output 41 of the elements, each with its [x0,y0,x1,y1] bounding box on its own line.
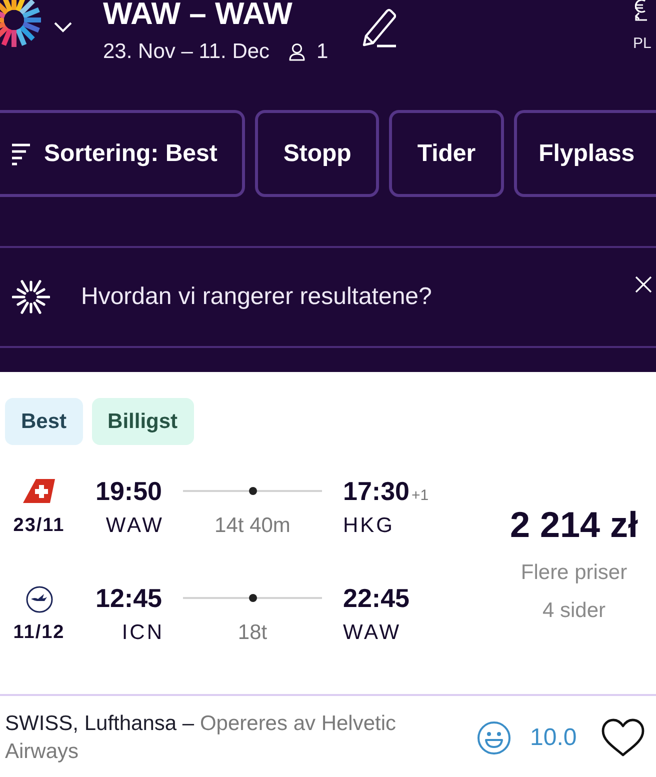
airline-info: SWISS, Lufthansa – Opereres av Helvetic Airways [5,710,398,764]
filter-button[interactable]: Tider [389,110,504,197]
arrival-time: 22:45 [343,583,410,613]
price: 2 214 zł [510,505,638,545]
airport-code: WAW [106,514,164,538]
smiley-icon [477,720,511,754]
arrival-time: 17:30 [343,476,410,506]
result-tag: Best [5,398,83,445]
result-tag: Billigst [92,398,194,445]
currency-label: PL [633,36,652,52]
sort-icon [12,142,30,166]
person-icon [288,43,305,61]
providers-count: 4 sider [542,598,606,624]
flight-duration: 18t [236,621,268,645]
stop-dot-icon [248,487,256,495]
filter-button[interactable]: Stopp [255,110,380,197]
filter-button[interactable]: Flyplass [514,110,656,197]
day-offset: +1 [412,487,429,504]
tail-fin-icon [23,479,55,503]
airport-code: HKG [343,514,395,538]
departure-time: 12:45 [96,583,162,613]
more-prices-label: Flere priser [520,560,628,586]
stop-dot-icon [248,594,256,602]
departure-time: 19:50 [96,476,162,506]
traveler-count: 1 [316,39,328,65]
heart-icon[interactable] [600,718,645,758]
flight-date: 11/12 [13,622,65,644]
starburst-icon [12,278,50,316]
bird-roundel-icon [26,586,52,613]
route-title: WAW – WAW [103,0,294,28]
sort-button[interactable]: Sortering: Best [0,110,246,197]
chevron-down-icon[interactable] [54,22,72,33]
ranking-info-text[interactable]: Hvordan vi rangerer resultatene? [81,282,432,312]
airport-code: ICN [122,621,164,645]
close-icon[interactable] [635,276,652,293]
pencil-icon[interactable] [360,8,396,48]
trip-dates: 23. Nov – 11. Dec [103,39,270,65]
flight-date: 23/11 [13,515,65,537]
rating-score: 10.0 [530,724,577,752]
flight-duration: 14t 40m [214,514,292,538]
airport-code: WAW [343,621,402,645]
